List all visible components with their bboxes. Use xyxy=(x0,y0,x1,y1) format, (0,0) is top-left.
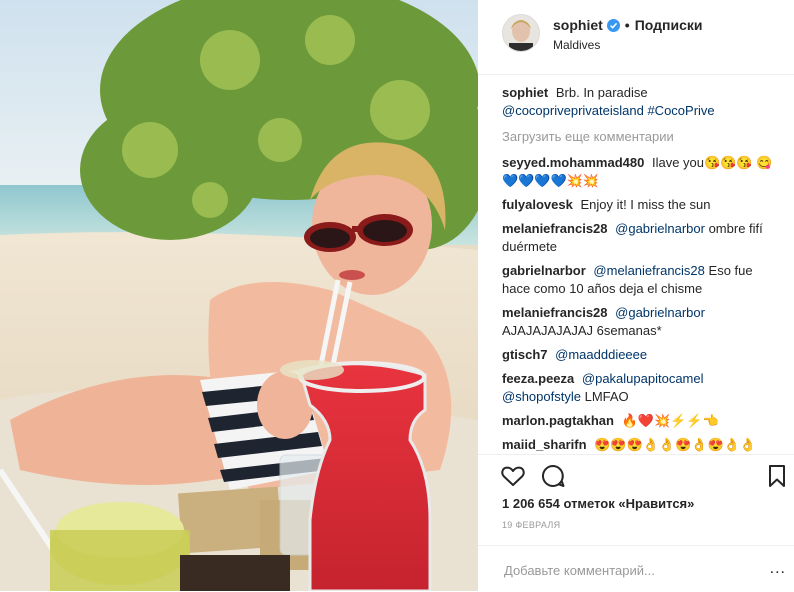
header-user-line: sophiet • Подписки xyxy=(553,17,702,33)
comment-item: marlon.pagtakhan 🔥❤️💥⚡⚡👈 xyxy=(502,412,782,430)
comment-username[interactable]: feeza.peeza xyxy=(502,371,574,386)
comment-item: feeza.peeza @pakalupapitocamel @shopofst… xyxy=(502,370,782,406)
caption-mention[interactable]: @cocopriveprivateisland xyxy=(502,103,644,118)
comment-item: gtisch7 @maadddieeee xyxy=(502,346,782,364)
comment-text: 🔥❤️💥⚡⚡👈 xyxy=(621,413,719,428)
post-date[interactable]: 19 ФЕВРАЛЯ xyxy=(502,520,560,530)
comment-username[interactable]: maiid_sharifn xyxy=(502,437,587,452)
comment-input[interactable] xyxy=(502,558,756,582)
caption-username[interactable]: sophiet xyxy=(502,85,548,100)
header-username[interactable]: sophiet xyxy=(553,17,603,33)
comment-username[interactable]: fulyalovesk xyxy=(502,197,573,212)
comments-list: sophiet Brb. In paradise @cocoprivepriva… xyxy=(502,84,782,454)
likes-count[interactable]: 1 206 654 отметок «Нравится» xyxy=(502,496,694,511)
heart-icon[interactable] xyxy=(500,463,526,489)
load-more-comments[interactable]: Загрузить еще комментарии xyxy=(502,128,782,146)
add-comment-bar: ... xyxy=(478,545,794,592)
instagram-post: sophiet • Подписки Maldives sophiet Brb.… xyxy=(0,0,794,591)
comment-mention[interactable]: @maadddieeee xyxy=(555,347,647,362)
caption: sophiet Brb. In paradise @cocoprivepriva… xyxy=(502,84,782,120)
caption-text: Brb. In paradise xyxy=(555,85,648,100)
more-options-button[interactable]: ... xyxy=(770,560,786,578)
comment-mention-2[interactable]: @shopofstyle xyxy=(502,389,581,404)
comment-item: seyyed.mohammad480 Ilave you😘😘😘 😋💙💙💙💙💥💥 xyxy=(502,154,782,190)
location-link[interactable]: Maldives xyxy=(553,38,600,52)
comment-mention[interactable]: @gabrielnarbor xyxy=(615,221,705,236)
comment-username[interactable]: melaniefrancis28 xyxy=(502,305,608,320)
action-bar xyxy=(478,454,794,495)
comment-text: LMFAO xyxy=(584,389,629,404)
beach-photo-illustration xyxy=(0,0,478,591)
post-side-panel: sophiet • Подписки Maldives sophiet Brb.… xyxy=(478,0,794,591)
caption-hashtag[interactable]: #CocoPrive xyxy=(647,103,714,118)
comment-username[interactable]: gtisch7 xyxy=(502,347,548,362)
header-dot-separator: • xyxy=(624,17,630,33)
comment-text: 😍😍😍👌👌😍👌😍👌👌 xyxy=(594,437,757,452)
comment-icon[interactable] xyxy=(540,463,566,489)
comment-text: Enjoy it! I miss the sun xyxy=(580,197,711,212)
bookmark-icon[interactable] xyxy=(764,463,790,489)
comment-mention[interactable]: @gabrielnarbor xyxy=(615,305,705,320)
comment-username[interactable]: gabrielnarbor xyxy=(502,263,586,278)
comment-item: gabrielnarbor @melaniefrancis28 Eso fue … xyxy=(502,262,782,298)
comment-username[interactable]: marlon.pagtakhan xyxy=(502,413,614,428)
following-button[interactable]: Подписки xyxy=(635,17,703,33)
comment-item: fulyalovesk Enjoy it! I miss the sun xyxy=(502,196,782,214)
comment-mention[interactable]: @melaniefrancis28 xyxy=(593,263,704,278)
comment-username[interactable]: melaniefrancis28 xyxy=(502,221,608,236)
comment-mention[interactable]: @pakalupapitocamel xyxy=(582,371,704,386)
post-photo[interactable] xyxy=(0,0,478,591)
comment-text: AJAJAJAJAJAJ 6semanas* xyxy=(502,323,662,338)
avatar[interactable] xyxy=(502,14,540,52)
comment-item: melaniefrancis28 @gabrielnarbor ombre fi… xyxy=(502,220,782,256)
post-header: sophiet • Подписки Maldives xyxy=(478,0,794,75)
comment-item: maiid_sharifn 😍😍😍👌👌😍👌😍👌👌 xyxy=(502,436,782,454)
verified-icon xyxy=(606,18,620,32)
avatar-image xyxy=(503,15,539,51)
comment-username[interactable]: seyyed.mohammad480 xyxy=(502,155,644,170)
comment-item: melaniefrancis28 @gabrielnarbor AJAJAJAJ… xyxy=(502,304,782,340)
